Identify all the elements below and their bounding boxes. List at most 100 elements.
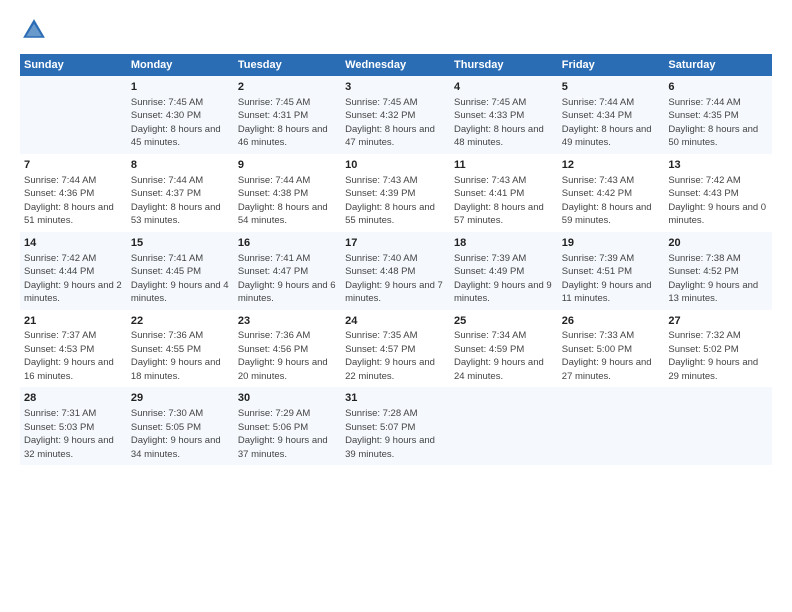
day-number: 11	[454, 158, 554, 173]
day-number: 12	[562, 158, 661, 173]
day-number: 30	[238, 391, 337, 406]
calendar-day-cell: 6 Sunrise: 7:44 AMSunset: 4:35 PMDaylight…	[664, 76, 772, 154]
calendar-week-row: 1 Sunrise: 7:45 AMSunset: 4:30 PMDaylight…	[20, 76, 772, 154]
calendar-day-cell: 16Sunrise: 7:41 AMSunset: 4:47 PMDayligh…	[234, 232, 341, 310]
calendar-day-cell: 24Sunrise: 7:35 AMSunset: 4:57 PMDayligh…	[341, 310, 450, 388]
day-number: 28	[24, 391, 123, 406]
day-info: Sunrise: 7:40 AMSunset: 4:48 PMDaylight:…	[345, 253, 443, 305]
day-number: 14	[24, 236, 123, 251]
day-info: Sunrise: 7:42 AMSunset: 4:43 PMDaylight:…	[668, 175, 766, 227]
day-number: 23	[238, 314, 337, 329]
day-info: Sunrise: 7:38 AMSunset: 4:52 PMDaylight:…	[668, 253, 758, 305]
day-info: Sunrise: 7:43 AMSunset: 4:42 PMDaylight:…	[562, 175, 652, 227]
calendar-day-cell: 21Sunrise: 7:37 AMSunset: 4:53 PMDayligh…	[20, 310, 127, 388]
calendar-day-cell: 27Sunrise: 7:32 AMSunset: 5:02 PMDayligh…	[664, 310, 772, 388]
day-number: 21	[24, 314, 123, 329]
day-number: 17	[345, 236, 446, 251]
calendar-table: SundayMondayTuesdayWednesdayThursdayFrid…	[20, 54, 772, 465]
day-info: Sunrise: 7:30 AMSunset: 5:05 PMDaylight:…	[131, 408, 221, 460]
calendar-day-cell: 3 Sunrise: 7:45 AMSunset: 4:32 PMDaylight…	[341, 76, 450, 154]
header-row: SundayMondayTuesdayWednesdayThursdayFrid…	[20, 54, 772, 76]
calendar-day-cell: 20 Sunrise: 7:38 AMSunset: 4:52 PMDayligh…	[664, 232, 772, 310]
calendar-week-row: 21Sunrise: 7:37 AMSunset: 4:53 PMDayligh…	[20, 310, 772, 388]
calendar-day-cell: 13 Sunrise: 7:42 AMSunset: 4:43 PMDayligh…	[664, 154, 772, 232]
day-number: 4	[454, 80, 554, 95]
day-number: 3	[345, 80, 446, 95]
day-number: 24	[345, 314, 446, 329]
calendar-day-cell: 31 Sunrise: 7:28 AMSunset: 5:07 PMDayligh…	[341, 387, 450, 465]
calendar-week-row: 28Sunrise: 7:31 AMSunset: 5:03 PMDayligh…	[20, 387, 772, 465]
header	[20, 16, 772, 44]
weekday-header: Thursday	[450, 54, 558, 76]
day-number: 6	[668, 80, 768, 95]
day-number: 8	[131, 158, 230, 173]
day-info: Sunrise: 7:39 AMSunset: 4:51 PMDaylight:…	[562, 253, 652, 305]
logo-icon	[20, 16, 48, 44]
calendar-day-cell: 22Sunrise: 7:36 AMSunset: 4:55 PMDayligh…	[127, 310, 234, 388]
weekday-header: Monday	[127, 54, 234, 76]
day-number: 18	[454, 236, 554, 251]
calendar-day-cell	[20, 76, 127, 154]
day-info: Sunrise: 7:28 AMSunset: 5:07 PMDaylight:…	[345, 408, 435, 460]
calendar-day-cell: 11 Sunrise: 7:43 AMSunset: 4:41 PMDayligh…	[450, 154, 558, 232]
day-number: 1	[131, 80, 230, 95]
day-number: 7	[24, 158, 123, 173]
weekday-header: Friday	[558, 54, 665, 76]
calendar-day-cell: 2Sunrise: 7:45 AMSunset: 4:31 PMDaylight…	[234, 76, 341, 154]
calendar-week-row: 7 Sunrise: 7:44 AMSunset: 4:36 PMDaylight…	[20, 154, 772, 232]
day-info: Sunrise: 7:39 AMSunset: 4:49 PMDaylight:…	[454, 253, 552, 305]
calendar-day-cell: 17 Sunrise: 7:40 AMSunset: 4:48 PMDayligh…	[341, 232, 450, 310]
calendar-day-cell: 10Sunrise: 7:43 AMSunset: 4:39 PMDayligh…	[341, 154, 450, 232]
day-info: Sunrise: 7:41 AMSunset: 4:47 PMDaylight:…	[238, 253, 336, 305]
day-number: 10	[345, 158, 446, 173]
calendar-day-cell: 9 Sunrise: 7:44 AMSunset: 4:38 PMDaylight…	[234, 154, 341, 232]
weekday-header: Sunday	[20, 54, 127, 76]
logo	[20, 16, 52, 44]
day-info: Sunrise: 7:36 AMSunset: 4:55 PMDaylight:…	[131, 330, 221, 382]
calendar-day-cell: 15Sunrise: 7:41 AMSunset: 4:45 PMDayligh…	[127, 232, 234, 310]
day-info: Sunrise: 7:44 AMSunset: 4:38 PMDaylight:…	[238, 175, 328, 227]
day-info: Sunrise: 7:45 AMSunset: 4:31 PMDaylight:…	[238, 97, 328, 149]
day-info: Sunrise: 7:34 AMSunset: 4:59 PMDaylight:…	[454, 330, 544, 382]
day-info: Sunrise: 7:41 AMSunset: 4:45 PMDaylight:…	[131, 253, 229, 305]
calendar-day-cell: 25Sunrise: 7:34 AMSunset: 4:59 PMDayligh…	[450, 310, 558, 388]
day-info: Sunrise: 7:32 AMSunset: 5:02 PMDaylight:…	[668, 330, 758, 382]
day-info: Sunrise: 7:37 AMSunset: 4:53 PMDaylight:…	[24, 330, 114, 382]
day-info: Sunrise: 7:44 AMSunset: 4:35 PMDaylight:…	[668, 97, 758, 149]
calendar-day-cell: 23Sunrise: 7:36 AMSunset: 4:56 PMDayligh…	[234, 310, 341, 388]
day-info: Sunrise: 7:44 AMSunset: 4:36 PMDaylight:…	[24, 175, 114, 227]
day-info: Sunrise: 7:33 AMSunset: 5:00 PMDaylight:…	[562, 330, 652, 382]
weekday-header: Wednesday	[341, 54, 450, 76]
day-info: Sunrise: 7:42 AMSunset: 4:44 PMDaylight:…	[24, 253, 122, 305]
weekday-header: Tuesday	[234, 54, 341, 76]
calendar-day-cell: 29 Sunrise: 7:30 AMSunset: 5:05 PMDayligh…	[127, 387, 234, 465]
day-number: 26	[562, 314, 661, 329]
day-number: 31	[345, 391, 446, 406]
day-number: 20	[668, 236, 768, 251]
day-info: Sunrise: 7:44 AMSunset: 4:34 PMDaylight:…	[562, 97, 652, 149]
day-info: Sunrise: 7:45 AMSunset: 4:32 PMDaylight:…	[345, 97, 435, 149]
day-number: 27	[668, 314, 768, 329]
calendar-week-row: 14 Sunrise: 7:42 AMSunset: 4:44 PMDayligh…	[20, 232, 772, 310]
calendar-day-cell: 1 Sunrise: 7:45 AMSunset: 4:30 PMDaylight…	[127, 76, 234, 154]
day-number: 5	[562, 80, 661, 95]
calendar-day-cell	[450, 387, 558, 465]
calendar-day-cell: 28Sunrise: 7:31 AMSunset: 5:03 PMDayligh…	[20, 387, 127, 465]
day-info: Sunrise: 7:43 AMSunset: 4:41 PMDaylight:…	[454, 175, 544, 227]
calendar-day-cell: 14 Sunrise: 7:42 AMSunset: 4:44 PMDayligh…	[20, 232, 127, 310]
calendar-day-cell: 26Sunrise: 7:33 AMSunset: 5:00 PMDayligh…	[558, 310, 665, 388]
day-number: 13	[668, 158, 768, 173]
calendar-day-cell: 12 Sunrise: 7:43 AMSunset: 4:42 PMDayligh…	[558, 154, 665, 232]
day-info: Sunrise: 7:35 AMSunset: 4:57 PMDaylight:…	[345, 330, 435, 382]
calendar-day-cell	[664, 387, 772, 465]
day-number: 22	[131, 314, 230, 329]
day-number: 9	[238, 158, 337, 173]
day-info: Sunrise: 7:45 AMSunset: 4:30 PMDaylight:…	[131, 97, 221, 149]
day-info: Sunrise: 7:44 AMSunset: 4:37 PMDaylight:…	[131, 175, 221, 227]
day-info: Sunrise: 7:36 AMSunset: 4:56 PMDaylight:…	[238, 330, 328, 382]
calendar-day-cell: 19 Sunrise: 7:39 AMSunset: 4:51 PMDayligh…	[558, 232, 665, 310]
day-number: 25	[454, 314, 554, 329]
day-number: 19	[562, 236, 661, 251]
calendar-day-cell	[558, 387, 665, 465]
day-number: 29	[131, 391, 230, 406]
